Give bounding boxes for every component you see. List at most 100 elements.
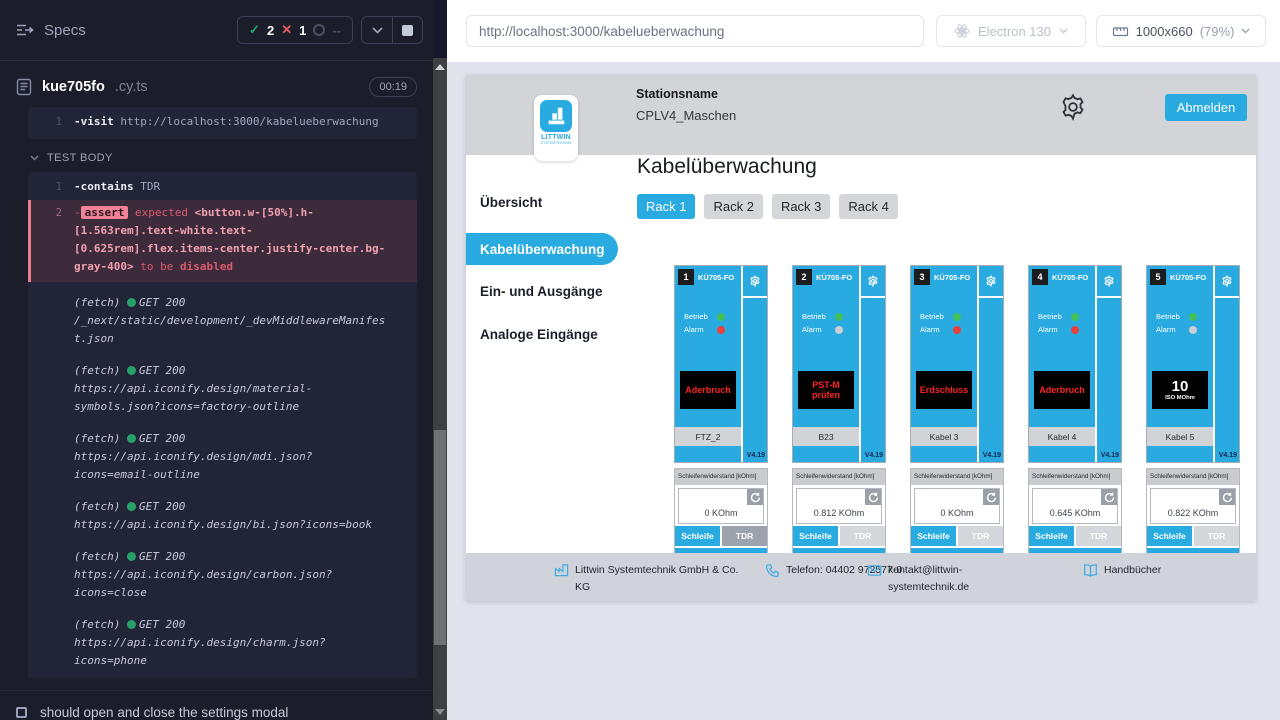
fetch-method-status: GET 200 [139,618,185,631]
fetch-log-row[interactable]: (fetch) GET 200https://api.iconify.desig… [28,546,417,604]
fetch-log-row[interactable]: (fetch) GET 200https://api.iconify.desig… [28,614,417,672]
schleife-button[interactable]: Schleife [1147,526,1192,546]
device-leds: BetriebAlarm [802,308,843,334]
sidebar-item-3[interactable]: Ein- und Ausgänge [466,275,618,307]
resistance-readout: 0.812 KOhm [796,488,882,524]
pending-count: -- [332,23,341,38]
resistance-label: Schleifenwiderstand [kOhm] [1147,469,1239,485]
pending-test-title: should open and close the settings modal [40,705,288,720]
footer-text: Littwin Systemtechnik GmbH & Co. KG [575,562,743,597]
scroll-down-arrow[interactable] [435,709,445,715]
resistance-value: 0 KOhm [915,508,999,518]
url-input[interactable] [466,15,924,47]
fetch-log-row[interactable]: (fetch) GET 200/_next/static/development… [28,292,417,350]
fetch-label: (fetch) [74,550,120,563]
chevron-down-icon [30,155,39,161]
device-gear-icon[interactable] [743,266,767,298]
viewport-size-select[interactable]: 1000x660 (79%) [1096,15,1266,47]
device-display: 10ISO MOhm [1152,371,1208,409]
cypress-reporter: Specs ✓ 2 ✕ 1 -- kue705fo.cy.ts 00:19 1 [0,0,433,720]
command-line-number: 2 [31,204,62,276]
fetch-log-row[interactable]: (fetch) GET 200https://api.iconify.desig… [28,496,417,536]
alarm-led [1071,326,1079,334]
logout-button[interactable]: Abmelden [1165,94,1247,121]
resistance-readout: 0 KOhm [678,488,764,524]
browser-select[interactable]: Electron 130 [936,15,1086,47]
failed-assert-row[interactable]: 2 assert expected <button.w-[50%].h-[1.5… [28,200,417,282]
reporter-header: Specs ✓ 2 ✕ 1 -- [0,0,433,61]
device-gear-icon[interactable] [1097,266,1121,298]
command-contains[interactable]: 1 contains TDR [28,176,417,198]
littwin-logo: LITTWIN SYSTEMTECHNIK [534,95,578,161]
alarm-label: Alarm [920,325,946,334]
tdr-button[interactable]: TDR [958,526,1003,546]
stop-button[interactable] [392,17,422,43]
footer-item-email[interactable]: kontakt@littwin-systemtechnik.de [867,562,983,597]
pending-test-row[interactable]: should open and close the settings modal [0,690,433,720]
schleife-button[interactable]: Schleife [675,526,720,546]
settings-gear-icon[interactable] [1058,92,1088,122]
fetch-log-row[interactable]: (fetch) GET 200https://api.iconify.desig… [28,360,417,418]
betrieb-led [717,313,725,321]
device-display: Erdschluss [916,371,972,409]
specs-button[interactable]: Specs [16,22,86,39]
footer-item-book[interactable]: Handbücher [1083,562,1224,584]
device-model: KÜ705-FO [934,273,970,282]
rack-tab-3[interactable]: Rack 3 [772,194,830,219]
refresh-icon[interactable] [1219,489,1235,505]
rack-tab-4[interactable]: Rack 4 [839,194,897,219]
refresh-icon[interactable] [747,489,763,505]
refresh-icon[interactable] [1101,489,1117,505]
device-display: Aderbruch [680,371,736,409]
device-side-panel: V4.19 [977,266,1003,462]
display-value: 10 [1172,379,1189,396]
command-visit[interactable]: 1 visit http://localhost:3000/kabelueber… [28,111,417,133]
rack-tab-2[interactable]: Rack 2 [704,194,762,219]
factory-icon [554,562,569,597]
sidebar-item-1[interactable]: Übersicht [466,186,618,218]
sidebar-item-2[interactable]: Kabelüberwachung [466,233,618,265]
scroll-up-arrow[interactable] [435,64,445,70]
tdr-button[interactable]: TDR [1076,526,1121,546]
device-gear-icon[interactable] [979,266,1003,298]
refresh-icon[interactable] [983,489,999,505]
firmware-version: V4.19 [1101,452,1119,459]
resistance-panel: Schleifenwiderstand [kOhm] 0.812 KOhmSchl… [792,468,886,553]
betrieb-label: Betrieb [1156,312,1182,321]
device-model: KÜ705-FO [1052,273,1088,282]
schleife-button[interactable]: Schleife [1029,526,1074,546]
device-number-badge: 3 [914,269,930,285]
device-model: KÜ705-FO [816,273,852,282]
tdr-button[interactable]: TDR [722,526,767,546]
fetch-log-row[interactable]: (fetch) GET 200https://api.iconify.desig… [28,428,417,486]
display-status: Erdschluss [919,385,970,395]
reporter-scrollbar[interactable] [433,0,447,720]
fetch-url: /_next/static/development/_devMiddleware… [74,312,386,348]
failed-count: 1 [299,23,306,38]
firmware-version: V4.19 [865,452,883,459]
tdr-button[interactable]: TDR [1194,526,1239,546]
command-name: visit [74,115,114,128]
fetch-url: https://api.iconify.design/mdi.json?icon… [74,448,386,484]
schleife-button[interactable]: Schleife [793,526,838,546]
footer-text: kontakt@littwin-systemtechnik.de [888,562,983,597]
specs-label: Specs [44,22,86,39]
ruler-icon [1112,23,1129,40]
device-side-panel: V4.19 [1213,266,1239,462]
device-front: 1KÜ705-FOBetriebAlarmAderbruchFTZ_2V4.19 [674,265,768,463]
resistance-panel: Schleifenwiderstand [kOhm]0 KOhmSchleife… [674,468,768,553]
scrollbar-thumb[interactable] [434,430,446,645]
device-number-badge: 4 [1032,269,1048,285]
rack-tab-1[interactable]: Rack 1 [637,194,695,219]
resistance-label: Schleifenwiderstand [kOhm] [793,469,885,485]
device-gear-icon[interactable] [1215,266,1239,298]
spec-file-row[interactable]: kue705fo.cy.ts 00:19 [0,61,433,107]
schleife-button[interactable]: Schleife [911,526,956,546]
test-body-section[interactable]: TEST BODY [30,152,433,164]
refresh-icon[interactable] [865,489,881,505]
device-gear-icon[interactable] [861,266,885,298]
collapse-button[interactable] [362,17,392,43]
littwin-logo-icon [540,100,572,132]
sidebar-item-4[interactable]: Analoge Eingänge [466,318,618,350]
tdr-button[interactable]: TDR [840,526,885,546]
